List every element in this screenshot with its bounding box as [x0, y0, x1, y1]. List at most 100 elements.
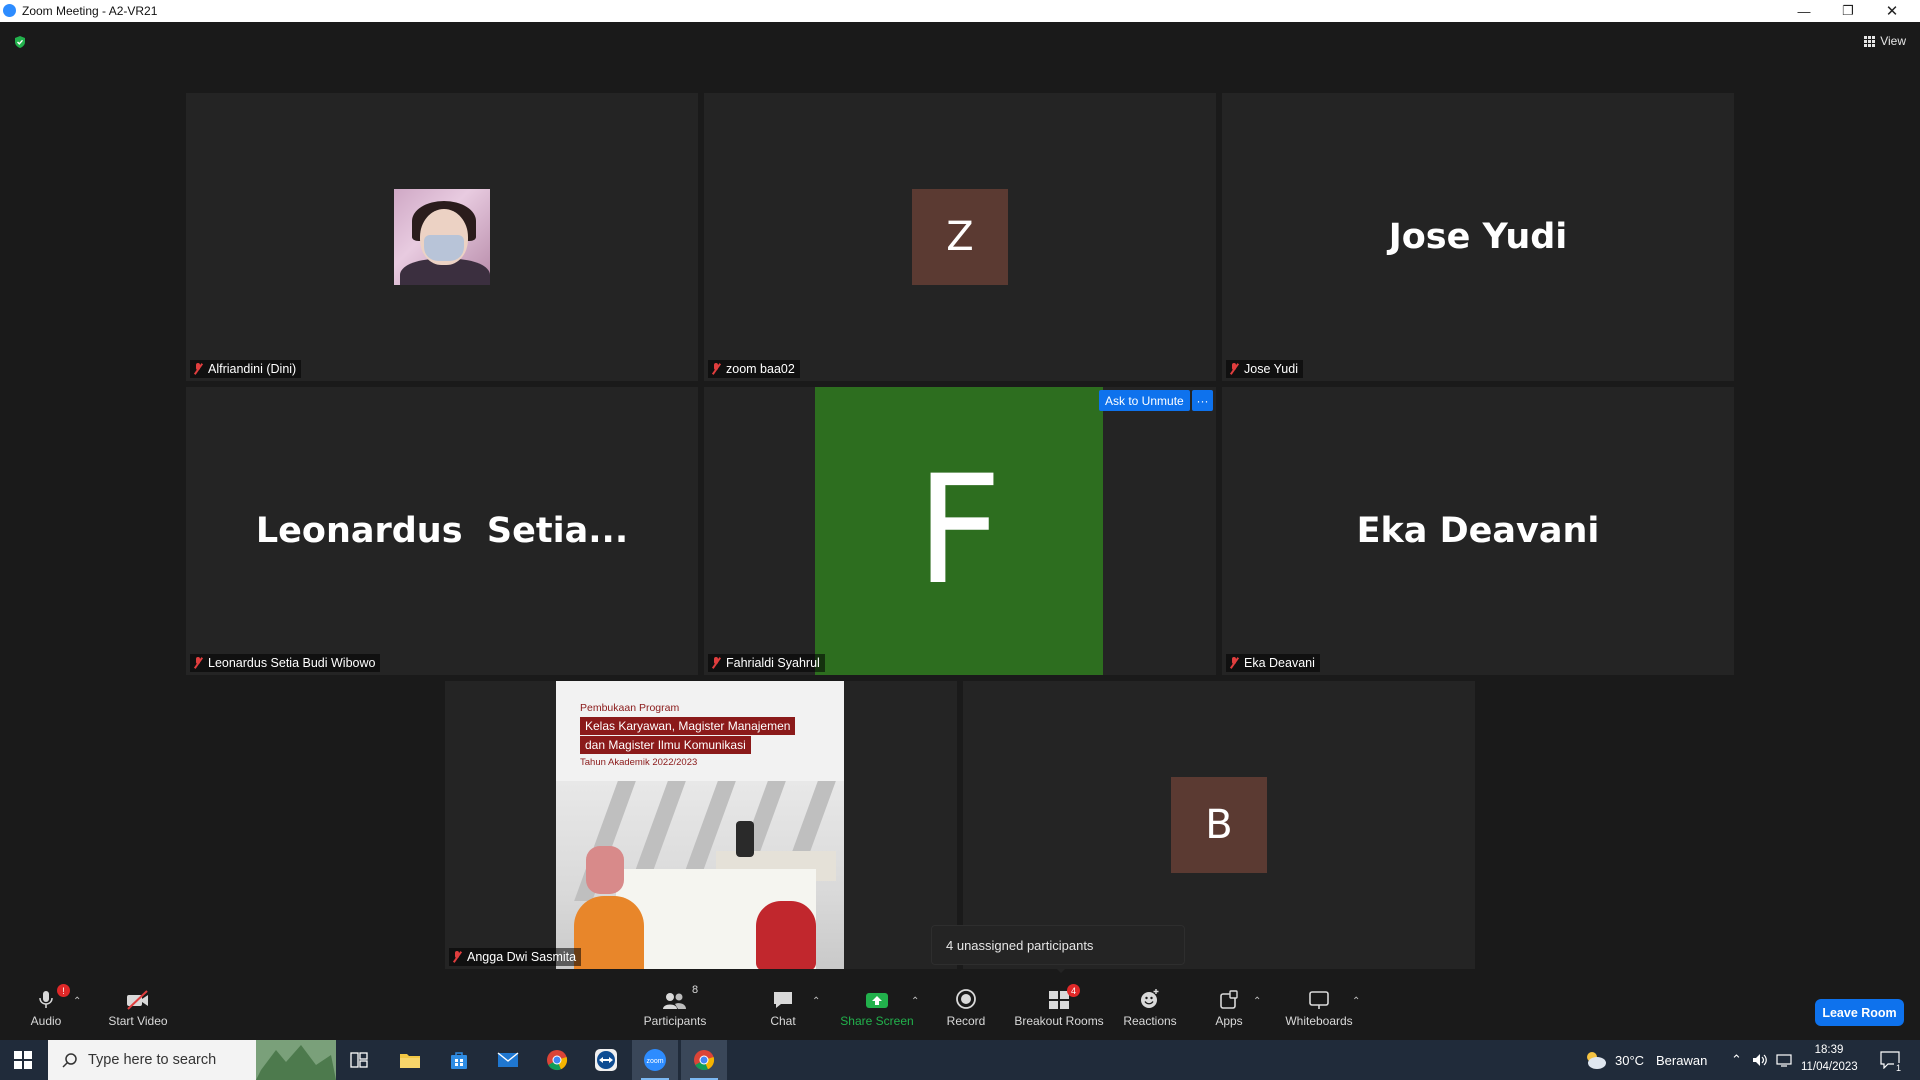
apps-icon [1220, 990, 1238, 1009]
apps-button[interactable]: Apps [1212, 988, 1246, 1034]
video-off-icon [127, 990, 148, 1010]
participant-photo [394, 189, 490, 285]
apps-options-caret-icon[interactable]: ⌃ [1253, 996, 1261, 1007]
share-screen-button[interactable]: Share Screen [840, 988, 914, 1034]
search-placeholder: Type here to search [88, 1052, 217, 1068]
audio-options-caret-icon[interactable]: ⌃ [73, 996, 81, 1007]
teamviewer-button[interactable] [583, 1040, 629, 1080]
participant-name-label: Alfriandini (Dini) [190, 360, 302, 378]
security-shield-icon[interactable] [13, 35, 27, 49]
participants-button[interactable]: 8 Participants [640, 984, 710, 1034]
chrome-active-button[interactable] [681, 1040, 727, 1080]
participant-tile[interactable]: Alfriandini (Dini) [186, 93, 698, 381]
clock-time[interactable]: 18:39 [1803, 1044, 1855, 1056]
shared-image: Pembukaan Program Kelas Karyawan, Magist… [556, 681, 844, 969]
participant-center-name: Jose Yudi [1388, 217, 1568, 257]
shared-academic-year: Tahun Akademik 2022/2023 [580, 757, 698, 768]
mail-button[interactable] [485, 1040, 531, 1080]
notification-count-badge: 1 [1894, 1063, 1904, 1073]
weather-condition[interactable]: Berawan [1656, 1053, 1707, 1068]
breakout-rooms-button[interactable]: 4 Breakout Rooms [1014, 984, 1104, 1034]
weather-cloud-icon[interactable] [1583, 1049, 1607, 1071]
mail-icon [497, 1052, 519, 1067]
file-explorer-button[interactable] [387, 1040, 433, 1080]
task-view-icon [350, 1052, 368, 1068]
whiteboards-button[interactable]: Whiteboards [1283, 988, 1355, 1034]
participant-name: zoom baa02 [726, 362, 795, 376]
participant-center-name: Leonardus Setia... [255, 511, 629, 551]
whiteboards-label: Whiteboards [1285, 1014, 1353, 1028]
record-button[interactable]: Record [944, 988, 988, 1034]
participant-name-label: Fahrialdi Syahrul [708, 654, 825, 672]
network-icon[interactable] [1776, 1053, 1792, 1067]
chrome-button[interactable] [534, 1040, 580, 1080]
volume-icon[interactable] [1752, 1053, 1768, 1067]
task-view-button[interactable] [336, 1040, 382, 1080]
share-screen-label: Share Screen [840, 1014, 914, 1028]
minimize-button[interactable]: — [1782, 0, 1826, 22]
participant-tile[interactable]: Z zoom baa02 [704, 93, 1216, 381]
reactions-smiley-icon [1141, 989, 1159, 1008]
more-options-button[interactable]: ··· [1192, 390, 1213, 411]
store-icon [451, 1052, 467, 1069]
folder-icon [400, 1054, 420, 1068]
share-screen-icon [866, 993, 888, 1008]
participants-count: 8 [692, 984, 699, 996]
whiteboards-options-caret-icon[interactable]: ⌃ [1352, 996, 1360, 1007]
avatar: B [1171, 777, 1267, 873]
participant-tile[interactable]: Leonardus Setia... Leonardus Setia Budi … [186, 387, 698, 675]
audio-label: Audio [30, 1014, 62, 1028]
clock-date[interactable]: 11/04/2023 [1801, 1061, 1858, 1073]
window-title: Zoom Meeting - A2-VR21 [22, 4, 158, 18]
record-label: Record [946, 1014, 986, 1028]
ask-to-unmute-button[interactable]: Ask to Unmute [1099, 390, 1190, 411]
chrome-icon [694, 1050, 715, 1071]
chat-button[interactable]: Chat [766, 988, 800, 1034]
classroom-illustration [556, 781, 844, 969]
share-options-caret-icon[interactable]: ⌃ [911, 996, 919, 1007]
view-button[interactable]: View [1864, 34, 1906, 48]
avatar: Z [912, 189, 1008, 285]
participant-name-label: Angga Dwi Sasmita [449, 948, 582, 966]
chat-options-caret-icon[interactable]: ⌃ [812, 996, 820, 1007]
store-button[interactable] [436, 1040, 482, 1080]
start-video-button[interactable]: Start Video [103, 988, 173, 1034]
participants-icon [663, 993, 686, 1009]
audio-alert-badge: ! [57, 984, 70, 997]
participant-tile[interactable]: Eka Deavani Eka Deavani [1222, 387, 1734, 675]
zoom-app-icon [3, 4, 16, 17]
zoom-taskbar-button[interactable]: zoom [632, 1040, 678, 1080]
whiteboard-icon [1309, 991, 1329, 1009]
participant-tile[interactable]: Pembukaan Program Kelas Karyawan, Magist… [445, 681, 957, 969]
weather-temperature[interactable]: 30°C [1615, 1053, 1644, 1068]
participant-tile[interactable]: F Fahrialdi Syahrul [704, 387, 1216, 675]
participants-label: Participants [643, 1014, 707, 1028]
reactions-button[interactable]: Reactions [1122, 988, 1178, 1034]
chrome-icon [547, 1050, 568, 1071]
start-button[interactable] [0, 1040, 46, 1080]
participant-name-label: zoom baa02 [708, 360, 800, 378]
muted-mic-icon [1229, 657, 1240, 669]
leave-room-button[interactable]: Leave Room [1815, 999, 1904, 1026]
muted-mic-icon [1229, 363, 1240, 375]
view-label: View [1880, 34, 1906, 48]
zoom-icon: zoom [644, 1049, 666, 1071]
restore-button[interactable]: ❐ [1826, 0, 1870, 22]
search-icon [62, 1053, 77, 1068]
svg-text:zoom: zoom [646, 1058, 663, 1065]
record-icon [956, 989, 976, 1009]
windows-taskbar: Type here to search zoom 30°C Berawan ⌃ … [0, 1040, 1920, 1080]
muted-mic-icon [711, 657, 722, 669]
participant-tile[interactable]: Jose Yudi Jose Yudi [1222, 93, 1734, 381]
participant-name: Angga Dwi Sasmita [467, 950, 577, 964]
meeting-toolbar: ! Audio ⌃ Start Video 8 Participants Cha… [0, 980, 1920, 1040]
muted-mic-icon [452, 951, 463, 963]
show-hidden-icons-chevron-icon[interactable]: ⌃ [1731, 1052, 1742, 1068]
unassigned-participants-tooltip: 4 unassigned participants [931, 925, 1185, 965]
apps-label: Apps [1215, 1014, 1243, 1028]
taskbar-search-box[interactable]: Type here to search [48, 1040, 336, 1080]
grid-view-icon [1864, 35, 1876, 47]
close-button[interactable]: ✕ [1870, 0, 1914, 22]
audio-button[interactable]: ! Audio [26, 984, 70, 1034]
microphone-icon [39, 991, 53, 1008]
